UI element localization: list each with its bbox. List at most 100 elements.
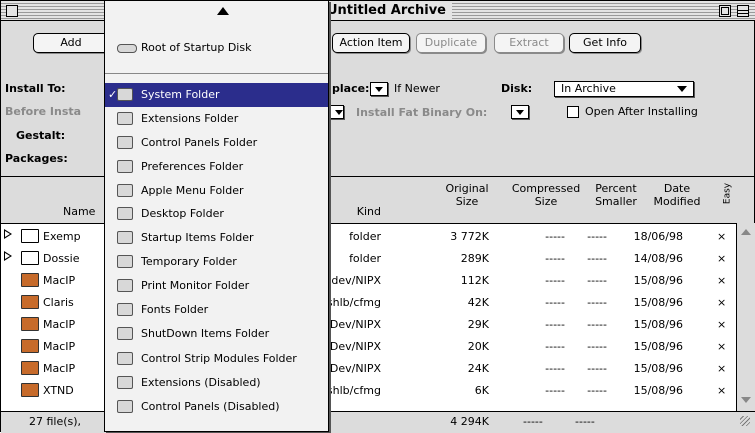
menu-item-label: Control Panels (Disabled)	[141, 400, 280, 413]
replace-label: place:	[332, 82, 370, 95]
menu-item-shutdown-items-folder[interactable]: ShutDown Items Folder	[105, 322, 328, 346]
header-original-2[interactable]: Size	[441, 195, 493, 208]
scroll-up-icon[interactable]	[741, 229, 751, 235]
close-box[interactable]	[6, 5, 18, 17]
header-percent-1[interactable]: Percent	[591, 182, 641, 195]
add-button[interactable]: Add	[33, 33, 109, 53]
menu-item-label: Control Panels Folder	[141, 136, 258, 149]
print-monitor-folder-icon	[117, 279, 133, 292]
disclosure-triangle-icon[interactable]	[4, 229, 12, 239]
menu-item-temporary-folder[interactable]: Temporary Folder	[105, 250, 328, 274]
action-item-button[interactable]: Action Item	[332, 33, 410, 53]
cell-name: Dossie	[43, 252, 80, 265]
cell-original-size: 289K	[460, 252, 489, 265]
before-install-label: Before Insta	[5, 105, 82, 118]
replace-popup[interactable]	[370, 82, 388, 96]
disk-label: Disk:	[501, 82, 533, 95]
cell-original-size: 29K	[467, 318, 489, 331]
menu-item-fonts-folder[interactable]: Fonts Folder	[105, 298, 328, 322]
menu-item-startup-items-folder[interactable]: Startup Items Folder	[105, 226, 328, 250]
folder-icon	[21, 251, 39, 265]
header-kind[interactable]: Kind	[331, 205, 381, 218]
file-count: 27 file(s),	[29, 415, 82, 428]
extract-button[interactable]: Extract	[494, 33, 564, 53]
cell-date-modified: 14/08/96	[633, 252, 683, 265]
library-icon	[21, 383, 39, 397]
menu-item-control-panels-disabled[interactable]: Control Panels (Disabled)	[105, 395, 328, 419]
menu-item-apple-menu-folder[interactable]: Apple Menu Folder	[105, 179, 328, 203]
cell-original-size: 42K	[467, 296, 489, 309]
menu-item-system-folder[interactable]: ✓ System Folder	[105, 83, 328, 107]
network-driver-icon	[21, 361, 39, 375]
scroll-down-icon[interactable]	[741, 397, 751, 403]
header-compressed-1[interactable]: Compressed	[511, 182, 581, 195]
header-percent-2[interactable]: Smaller	[591, 195, 641, 208]
header-date-2[interactable]: Modified	[646, 195, 708, 208]
cell-date-modified: 15/08/96	[633, 296, 683, 309]
cell-date-modified: 15/08/96	[633, 362, 683, 375]
extensions-disabled-folder-icon	[117, 376, 133, 389]
cell-name: MacIP	[43, 318, 76, 331]
cell-name: XTND	[43, 384, 74, 397]
cell-percent-smaller: -----	[587, 318, 607, 331]
menu-item-label: Temporary Folder	[141, 255, 237, 268]
menu-item-label: Extensions Folder	[141, 112, 239, 125]
scroll-up-arrow-icon[interactable]	[217, 7, 229, 15]
menu-item-label: Print Monitor Folder	[141, 279, 250, 292]
preferences-folder-icon	[117, 160, 133, 173]
disk-popup[interactable]: In Archive	[554, 81, 694, 97]
menu-item-root-of-startup-disk[interactable]: Root of Startup Disk	[105, 36, 328, 60]
install-to-popup-menu: Root of Startup Disk ✓ System Folder Extens…	[104, 0, 329, 432]
control-panel-icon	[21, 273, 39, 287]
cell-date-modified: 15/08/96	[633, 274, 683, 287]
disclosure-triangle-icon[interactable]	[4, 251, 12, 261]
open-after-installing-checkbox[interactable]	[567, 106, 579, 118]
header-easy[interactable]: Easy	[722, 179, 735, 209]
menu-item-label: System Folder	[141, 88, 220, 101]
install-fat-binary-label: Install Fat Binary On:	[356, 106, 488, 119]
cell-compressed-size: -----	[545, 230, 565, 243]
menu-item-desktop-folder[interactable]: Desktop Folder	[105, 202, 328, 226]
get-info-button[interactable]: Get Info	[569, 33, 641, 53]
header-compressed-2[interactable]: Size	[511, 195, 581, 208]
fat-binary-left-popup[interactable]	[330, 105, 344, 119]
cell-compressed-size: -----	[545, 340, 565, 353]
cell-original-size: 112K	[460, 274, 489, 287]
cell-compressed-size: -----	[545, 384, 565, 397]
fonts-folder-icon	[117, 303, 133, 316]
extensions-folder-icon	[117, 112, 133, 125]
menu-item-label: Fonts Folder	[141, 303, 209, 316]
vertical-scrollbar[interactable]	[736, 223, 755, 411]
menu-item-control-strip-modules-folder[interactable]: Control Strip Modules Folder	[105, 347, 328, 371]
cell-name: MacIP	[43, 274, 76, 287]
windowshade-box[interactable]	[737, 5, 749, 17]
cell-compressed-size: -----	[545, 252, 565, 265]
menu-item-extensions-folder[interactable]: Extensions Folder	[105, 107, 328, 131]
menu-separator	[105, 73, 328, 74]
menu-item-preferences-folder[interactable]: Preferences Folder	[105, 155, 328, 179]
fat-binary-popup[interactable]	[511, 105, 529, 119]
cell-original-size: 20K	[467, 340, 489, 353]
system-folder-icon	[117, 88, 133, 101]
menu-item-extensions-disabled[interactable]: Extensions (Disabled)	[105, 371, 328, 395]
menu-item-print-monitor-folder[interactable]: Print Monitor Folder	[105, 274, 328, 298]
cell-percent-smaller: -----	[587, 252, 607, 265]
cell-easy: ×	[717, 318, 727, 331]
cell-easy: ×	[717, 296, 727, 309]
open-after-installing-label: Open After Installing	[585, 105, 698, 118]
menu-item-control-panels-folder[interactable]: Control Panels Folder	[105, 131, 328, 155]
duplicate-button[interactable]: Duplicate	[416, 33, 486, 53]
install-to-label: Install To:	[5, 82, 66, 95]
menu-item-label: ShutDown Items Folder	[141, 327, 270, 340]
control-panels-folder-icon	[117, 136, 133, 149]
library-icon	[21, 295, 39, 309]
cell-easy: ×	[717, 230, 727, 243]
menu-item-label: Extensions (Disabled)	[141, 376, 261, 389]
header-original-1[interactable]: Original	[441, 182, 493, 195]
zoom-box[interactable]	[719, 5, 731, 17]
header-date-1[interactable]: Date	[646, 182, 708, 195]
resize-grip-icon[interactable]	[738, 414, 752, 428]
menu-item-label: Root of Startup Disk	[141, 41, 252, 54]
window-title: Untitled Archive	[321, 3, 452, 19]
cell-date-modified: 15/08/96	[633, 340, 683, 353]
